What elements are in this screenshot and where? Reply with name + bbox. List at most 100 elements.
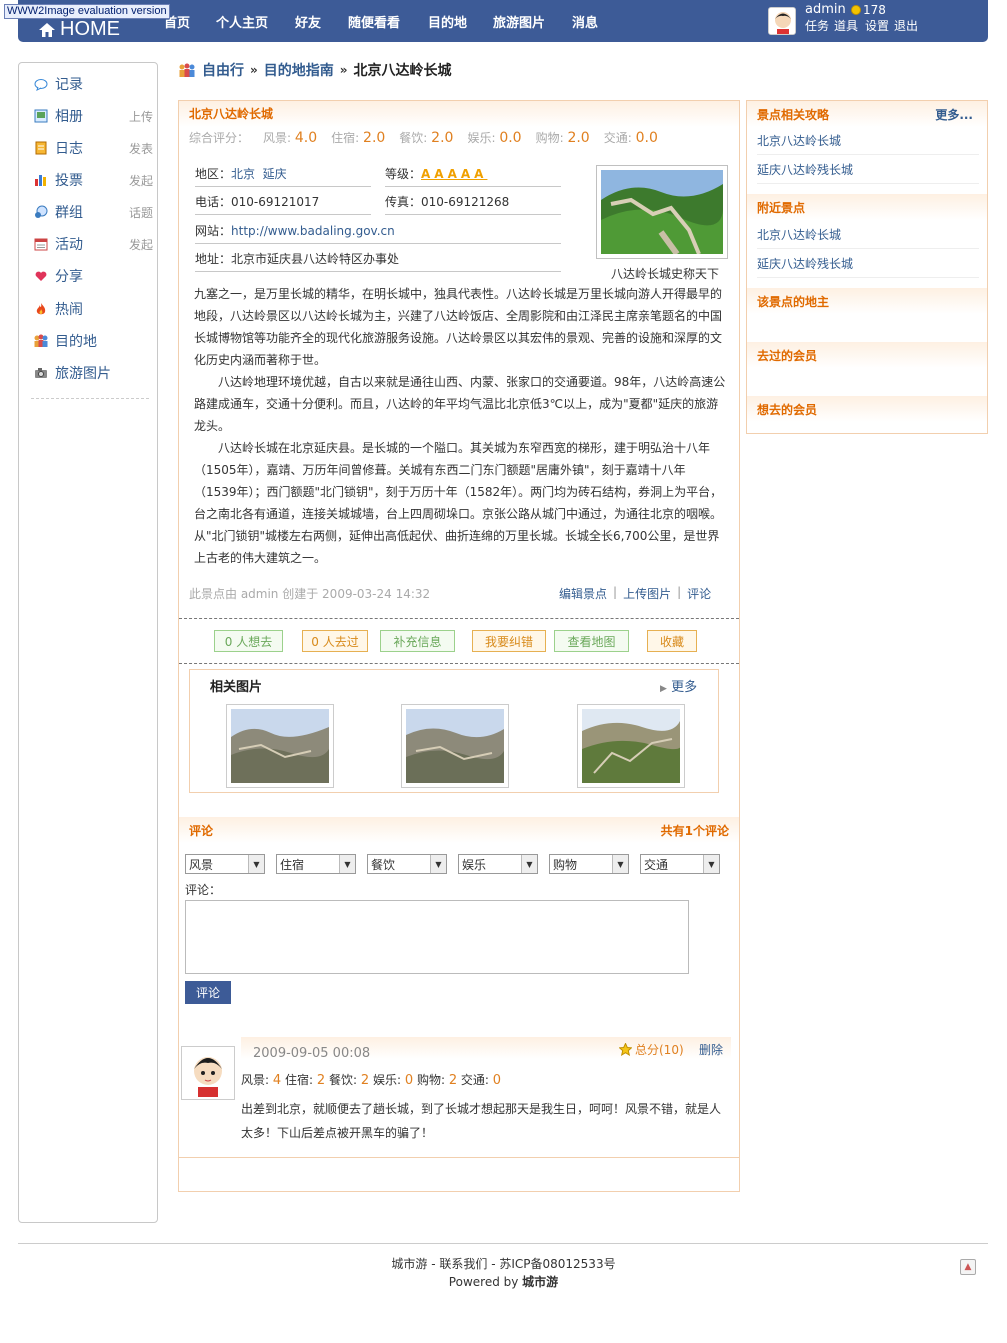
star-icon (619, 1043, 632, 1056)
nav-profile[interactable]: 个人主页 (216, 12, 268, 31)
people-icon (33, 333, 49, 349)
footer-brand[interactable]: 城市游 (522, 1275, 558, 1289)
region-link-beijing[interactable]: 北京 (231, 165, 255, 182)
want-to-go-members-header: 想去的会员 (747, 396, 987, 422)
divider (179, 663, 739, 664)
user-avatar[interactable] (768, 7, 796, 35)
comment-textarea[interactable] (185, 900, 689, 974)
add-info-button[interactable]: 补充信息 (380, 630, 455, 652)
nearby-item[interactable]: 北京八达岭长城 (757, 221, 979, 249)
arrow-right-icon: ▶ (660, 684, 667, 694)
commenter-avatar[interactable] (181, 1046, 235, 1100)
sidebar-item-destinations[interactable]: 目的地 (33, 330, 153, 352)
rating-select-lodging[interactable]: 住宿 ▼ (276, 854, 356, 874)
related-photo-thumb[interactable] (577, 704, 685, 788)
sidebar-action-upload[interactable]: 上传 (129, 108, 153, 125)
upload-photo-link[interactable]: 上传图片 (623, 585, 671, 602)
watermark: WWW2Image evaluation version (4, 4, 170, 19)
website-link[interactable]: http://www.badaling.gov.cn (231, 224, 395, 238)
comment-text: 出差到北京，就顺便去了趟长城，到了长城才想起那天是我生日，呵呵！风景不错，就是人… (241, 1102, 722, 1140)
user-name[interactable]: admin (805, 2, 846, 17)
related-guides-title: 景点相关攻略 (757, 108, 830, 122)
info-region: 地区： 北京 延庆 (195, 161, 371, 187)
rating-select-transport[interactable]: 交通 ▼ (640, 854, 720, 874)
coin-count: 178 (851, 3, 886, 17)
nav-browse[interactable]: 随便看看 (348, 12, 400, 31)
breadcrumb-free-travel[interactable]: 自由行 (202, 60, 244, 80)
rating-entertainment: 娱乐: 0.0 (467, 130, 522, 146)
guide-item[interactable]: 北京八达岭长城 (757, 127, 979, 155)
related-photo-thumb[interactable] (226, 704, 334, 788)
sidebar-item-groups[interactable]: 群组 话题 (33, 201, 153, 223)
spot-title: 北京八达岭长城 (179, 101, 739, 127)
right-sidebar: 景点相关攻略 更多... 北京八达岭长城 延庆八达岭残长城 附近景点 北京八达岭… (746, 100, 988, 434)
link-items[interactable]: 道具 (834, 17, 858, 34)
rating-overall: 综合评分： (189, 131, 250, 145)
link-settings[interactable]: 设置 (865, 17, 889, 34)
rating-scenery: 风景: 4.0 (263, 130, 318, 146)
delete-comment-link[interactable]: 删除 (699, 1041, 723, 1058)
rating-select-scenery[interactable]: 风景 ▼ (185, 854, 265, 874)
rating-select-dining[interactable]: 餐饮 ▼ (367, 854, 447, 874)
link-tasks[interactable]: 任务 (805, 17, 829, 34)
hearts-icon (33, 268, 49, 284)
sidebar-item-travel-photos[interactable]: 旅游图片 (33, 362, 153, 384)
spot-detail-panel: 北京八达岭长城 综合评分： 风景: 4.0 住宿: 2.0 餐饮: 2.0 娱乐… (178, 100, 740, 1192)
sidebar-action-topic[interactable]: 话题 (129, 204, 153, 221)
rating-select-shopping[interactable]: 购物 ▼ (549, 854, 629, 874)
photo-album-icon (33, 108, 49, 124)
speech-bubble-icon (33, 76, 49, 92)
sidebar-item-blog[interactable]: 日志 发表 (33, 137, 153, 159)
submit-comment-button[interactable]: 评论 (185, 981, 231, 1004)
want-to-go-button[interactable]: 0 人想去 (214, 630, 283, 652)
sidebar-action-start-poll[interactable]: 发起 (129, 172, 153, 189)
report-error-button[interactable]: 我要纠错 (472, 630, 546, 652)
sidebar-action-post[interactable]: 发表 (129, 140, 153, 157)
comment-ratings: 风景: 4 住宿: 2 餐饮: 2 娱乐: 0 购物: 2 交通: 0 (241, 1073, 502, 1088)
nav-friends[interactable]: 好友 (295, 12, 321, 31)
dropdown-arrow-icon: ▼ (703, 855, 719, 873)
bar-chart-icon (33, 172, 49, 188)
sidebar-item-records[interactable]: 记录 (33, 73, 153, 95)
view-map-button[interactable]: 查看地图 (554, 630, 629, 652)
sidebar-divider (31, 398, 149, 399)
breadcrumb-destination-guide[interactable]: 目的地指南 (264, 60, 334, 80)
nav-travel-photos[interactable]: 旅游图片 (493, 12, 545, 31)
sidebar-item-poll[interactable]: 投票 发起 (33, 169, 153, 191)
fire-icon (33, 301, 49, 317)
link-logout[interactable]: 退出 (894, 17, 918, 34)
back-to-top-icon[interactable]: ▲ (960, 1259, 976, 1275)
region-link-yanqing[interactable]: 延庆 (263, 165, 287, 182)
sidebar-item-events[interactable]: 活动 发起 (33, 233, 153, 255)
guide-item[interactable]: 延庆八达岭残长城 (757, 156, 979, 184)
edit-spot-link[interactable]: 编辑景点 (559, 585, 607, 602)
sidebar-item-label: 目的地 (55, 334, 97, 350)
spot-photo[interactable] (596, 165, 728, 259)
comment-date: 2009-09-05 00:08 (253, 1046, 371, 1061)
sidebar-item-label: 分享 (55, 269, 83, 285)
dropdown-arrow-icon: ▼ (612, 855, 628, 873)
rating-select-entertainment[interactable]: 娱乐 ▼ (458, 854, 538, 874)
related-photos-more-link[interactable]: ▶ 更多 (660, 676, 697, 695)
nav-destinations[interactable]: 目的地 (428, 12, 467, 31)
home-logo[interactable]: HOME (38, 18, 120, 41)
rating-transport: 交通: 0.0 (603, 130, 658, 146)
sidebar-action-start-event[interactable]: 发起 (129, 236, 153, 253)
related-photo-thumb[interactable] (401, 704, 509, 788)
sidebar-item-album[interactable]: 相册 上传 (33, 105, 153, 127)
comment-section-header: 评论 共有1个评论 (179, 817, 739, 843)
comment-divider (179, 1157, 739, 1158)
nearby-item[interactable]: 延庆八达岭残长城 (757, 250, 979, 278)
footer-powered-by: Powered by 城市游 (448, 1275, 559, 1289)
rating-lodging: 住宿: 2.0 (331, 130, 386, 146)
sidebar-item-hot[interactable]: 热闹 (33, 298, 153, 320)
breadcrumb-separator: » (250, 63, 258, 77)
been-there-button[interactable]: 0 人去过 (302, 630, 368, 652)
favorite-button[interactable]: 收藏 (647, 630, 697, 652)
sidebar-item-share[interactable]: 分享 (33, 265, 153, 287)
dropdown-arrow-icon: ▼ (430, 855, 446, 873)
comment-link[interactable]: 评论 (687, 585, 711, 602)
coin-icon (851, 5, 861, 15)
nav-messages[interactable]: 消息 (572, 12, 598, 31)
related-guides-more-link[interactable]: 更多... (935, 106, 973, 123)
